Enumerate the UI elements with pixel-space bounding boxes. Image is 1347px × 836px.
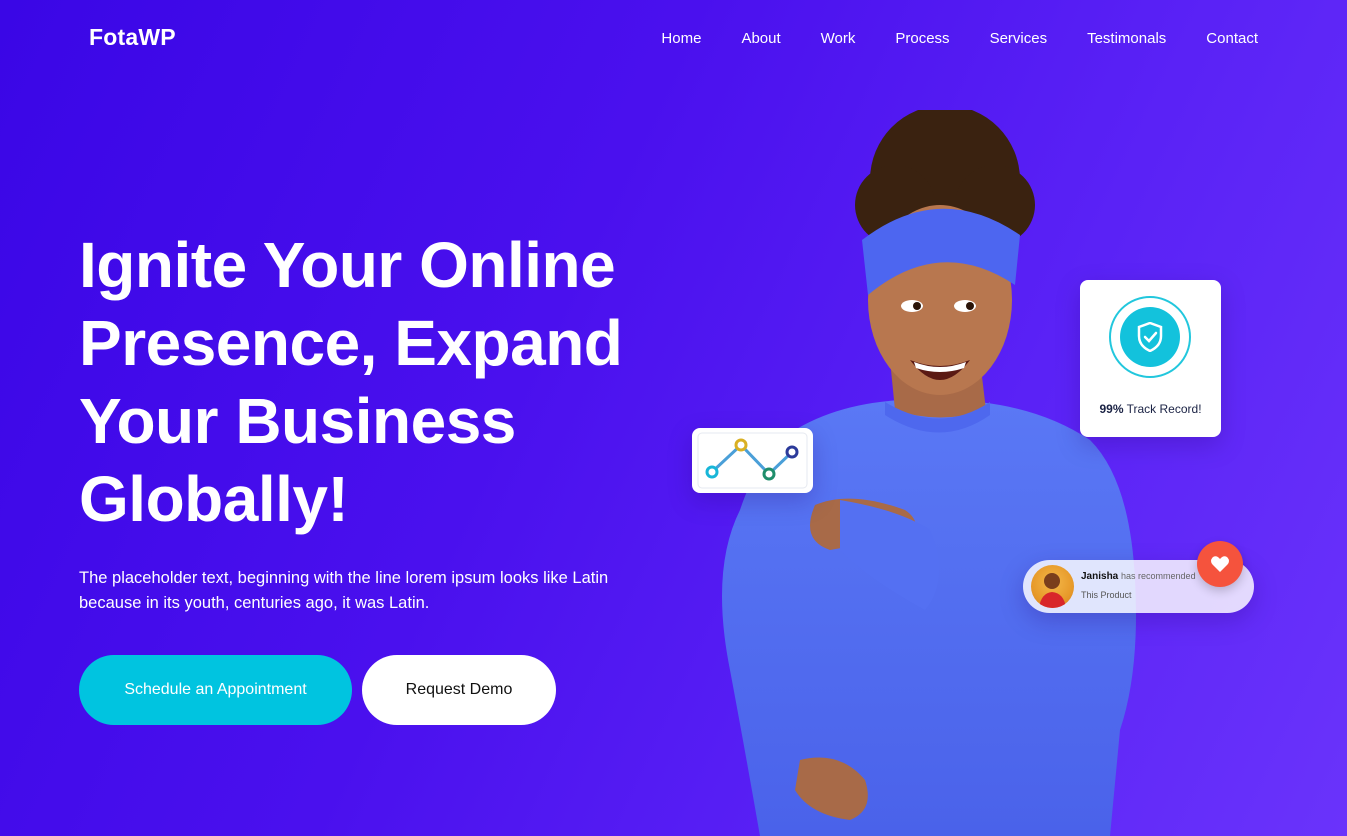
nav-home[interactable]: Home xyxy=(661,30,701,47)
schedule-appointment-button[interactable]: Schedule an Appointment xyxy=(79,655,352,725)
hero-subtitle-line: because in its youth, centuries ago, it … xyxy=(79,594,430,612)
nav-services[interactable]: Services xyxy=(990,30,1048,47)
nav-contact[interactable]: Contact xyxy=(1206,30,1258,47)
heart-icon[interactable] xyxy=(1197,541,1243,587)
nav-testimonials[interactable]: Testimonals xyxy=(1087,30,1166,47)
line-chart-icon xyxy=(697,432,808,489)
request-demo-button[interactable]: Request Demo xyxy=(362,655,556,725)
recommender-line: Janisha has recommended xyxy=(1081,571,1196,582)
recommend-text: has recommended xyxy=(1121,571,1196,581)
hero-title-line: Your Business xyxy=(79,385,516,457)
hero-subtitle: The placeholder text, beginning with the… xyxy=(79,566,639,616)
track-record-label: Track Record! xyxy=(1126,402,1202,416)
nav-about[interactable]: About xyxy=(741,30,780,47)
nav-work[interactable]: Work xyxy=(821,30,856,47)
hero-subtitle-line: The placeholder text, beginning with the… xyxy=(79,569,609,587)
track-record-card: 99% Track Record! xyxy=(1080,280,1221,437)
track-record-percent: 99% xyxy=(1099,402,1124,416)
recommend-product: This Product xyxy=(1081,590,1132,600)
shield-ring xyxy=(1109,296,1191,378)
recommender-name: Janisha xyxy=(1081,571,1119,582)
hero-title-line: Globally! xyxy=(79,463,349,535)
hero-title-line: Ignite Your Online xyxy=(79,229,616,301)
track-record-text: 99% Track Record! xyxy=(1080,402,1221,416)
shield-check-icon xyxy=(1120,307,1180,367)
nav-process[interactable]: Process xyxy=(895,30,949,47)
line-chart-card xyxy=(692,428,813,493)
hero-title: Ignite Your Online Presence, Expand Your… xyxy=(79,226,659,538)
avatar xyxy=(1031,565,1074,608)
site-logo[interactable]: FotaWP xyxy=(89,24,176,51)
hero-title-line: Presence, Expand xyxy=(79,307,623,379)
main-nav: Home About Work Process Services Testimo… xyxy=(661,30,1258,47)
